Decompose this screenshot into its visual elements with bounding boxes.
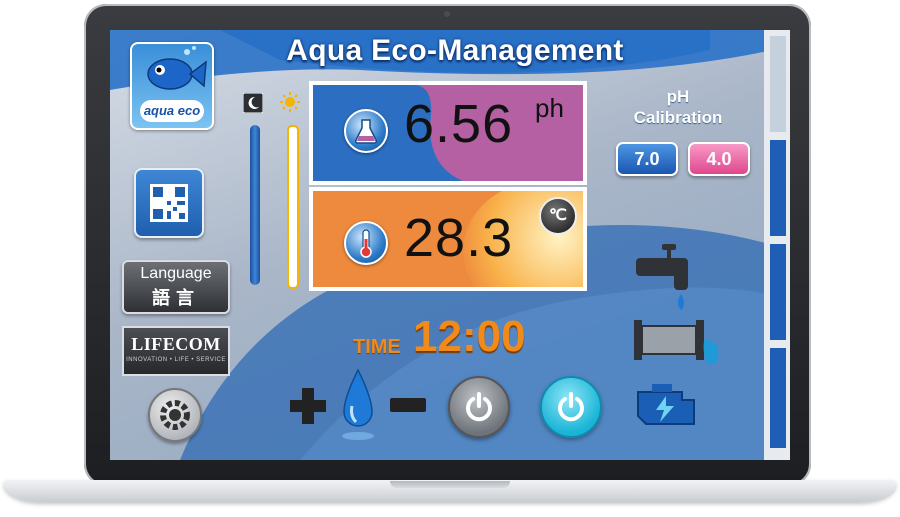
- calibration-label-text: Calibration: [633, 108, 723, 127]
- right-scroll-strip[interactable]: [764, 30, 790, 460]
- settings-button[interactable]: [148, 388, 202, 442]
- language-label: Language: [140, 265, 212, 282]
- power-icon: [466, 392, 492, 422]
- pipe-flow-icon[interactable]: [632, 312, 724, 368]
- power-off-button[interactable]: [448, 376, 510, 438]
- ph-reading-panel: 6.56 ph: [309, 81, 587, 185]
- webcam: [444, 11, 450, 17]
- ph-value: 6.56: [404, 94, 514, 154]
- language-button[interactable]: Language 語言: [122, 260, 230, 314]
- laptop-base-notch: [390, 481, 510, 488]
- plus-icon[interactable]: [288, 386, 328, 426]
- sun-icon[interactable]: [280, 92, 300, 112]
- night-brightness-slider[interactable]: [250, 125, 260, 285]
- night-mode-icon[interactable]: [243, 93, 263, 113]
- calibrate-4-button[interactable]: 4.0: [688, 142, 750, 176]
- day-brightness-slider[interactable]: [287, 125, 299, 289]
- calibration-label-ph: pH: [666, 87, 690, 106]
- thermometer-icon: [344, 221, 388, 265]
- time-value[interactable]: 12:00: [413, 312, 526, 362]
- qr-code-icon: [150, 184, 188, 222]
- gear-icon: [160, 400, 190, 430]
- language-label-chinese: 語言: [152, 288, 200, 308]
- celsius-unit-badge: ℃: [539, 197, 577, 235]
- brand-tagline: INNOVATION • LIFE • SERVICE: [126, 357, 226, 363]
- qr-code-button[interactable]: [134, 168, 204, 238]
- brand-name: LIFECOM: [131, 334, 221, 354]
- flask-icon: [344, 109, 388, 153]
- ph-unit: ph: [535, 93, 564, 123]
- strip-segment[interactable]: [770, 244, 786, 340]
- temperature-reading-panel: 28.3 ℃: [309, 187, 587, 291]
- strip-segment[interactable]: [770, 36, 786, 132]
- water-tap-icon[interactable]: [632, 240, 704, 312]
- minus-icon[interactable]: [390, 398, 426, 412]
- water-drop-icon: [342, 368, 374, 440]
- temperature-value: 28.3: [404, 208, 514, 268]
- fish-icon: [147, 46, 207, 90]
- lifecom-logo: LIFECOM INNOVATION • LIFE • SERVICE: [122, 326, 230, 376]
- power-icon: [558, 392, 584, 422]
- app-title: Aqua Eco-Management: [286, 34, 624, 67]
- app-screen: Aqua Eco-Management aqua eco Language 語言: [110, 30, 790, 460]
- engine-pump-icon[interactable]: [632, 380, 702, 432]
- calibrate-7-button[interactable]: 7.0: [616, 142, 678, 176]
- strip-segment[interactable]: [770, 348, 786, 448]
- strip-segment[interactable]: [770, 140, 786, 236]
- logo-label: aqua eco: [140, 100, 204, 122]
- time-label: TIME: [353, 336, 401, 358]
- aqua-eco-logo: aqua eco: [130, 42, 214, 130]
- power-on-button[interactable]: [540, 376, 602, 438]
- calibration-label: pH Calibration: [618, 86, 738, 128]
